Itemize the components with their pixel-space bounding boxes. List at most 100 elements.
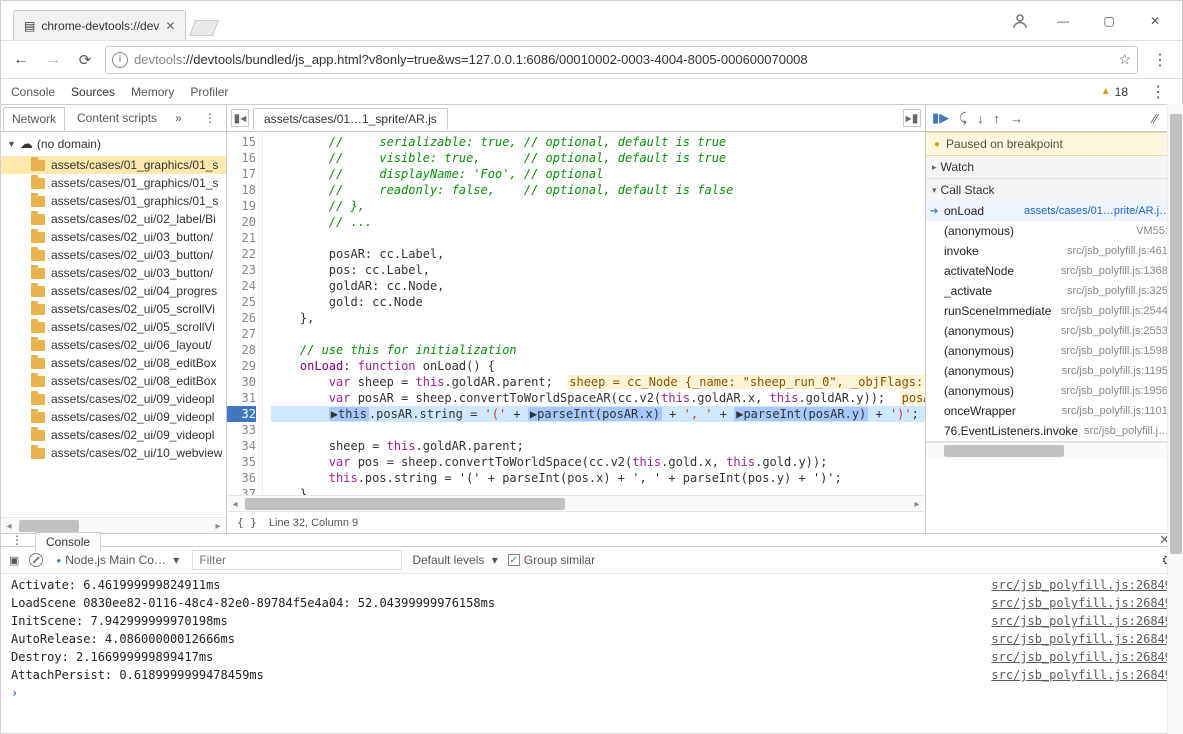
console-line[interactable]: InitScene: 7.942999999970198mssrc/jsb_po… bbox=[11, 612, 1172, 630]
forward-button[interactable]: → bbox=[41, 48, 65, 72]
console-line[interactable]: AttachPersist: 0.6189999999478459mssrc/j… bbox=[11, 666, 1172, 684]
scroll-right-icon[interactable]: ▸ bbox=[210, 518, 226, 534]
console-line[interactable]: LoadScene 0830ee82-0116-48c4-82e0-89784f… bbox=[11, 594, 1172, 612]
tree-item[interactable]: assets/cases/02_ui/05_scrollVi bbox=[1, 300, 226, 318]
console-line[interactable]: Destroy: 2.166999999899417mssrc/jsb_poly… bbox=[11, 648, 1172, 666]
callstack-header[interactable]: Call Stack bbox=[926, 179, 1182, 201]
editor-tab[interactable]: assets/cases/01…1_sprite/AR.js bbox=[253, 108, 448, 130]
stack-frame[interactable]: (anonymous)VM55:3 bbox=[926, 221, 1182, 241]
console-prompt-icon[interactable]: › bbox=[11, 686, 18, 700]
close-button[interactable]: ✕ bbox=[1132, 6, 1178, 36]
scroll-thumb[interactable] bbox=[19, 520, 79, 532]
frame-location[interactable]: src/jsb_polyfill.js:4610 bbox=[1067, 245, 1174, 257]
tree-item[interactable]: assets/cases/02_ui/09_videopl bbox=[1, 426, 226, 444]
tab-profiler[interactable]: Profiler bbox=[190, 85, 228, 99]
frame-location[interactable]: src/jsb_polyfill.js:25442 bbox=[1061, 305, 1174, 317]
code-content[interactable]: // serializable: true, // optional, defa… bbox=[263, 132, 925, 495]
step-into-icon[interactable]: ↓ bbox=[977, 111, 984, 126]
editor-hscrollbar[interactable]: ◂ ▸ bbox=[227, 495, 925, 511]
console-output[interactable]: Activate: 6.461999999824911mssrc/jsb_pol… bbox=[1, 574, 1182, 719]
group-similar-checkbox[interactable]: ✓Group similar bbox=[508, 553, 595, 567]
nav-tabs-overflow-icon[interactable]: » bbox=[169, 111, 188, 125]
frame-location[interactable]: src/jsb_polyfill.js:15981 bbox=[1061, 345, 1174, 357]
page-vscrollbar[interactable] bbox=[1167, 104, 1183, 734]
console-sidebar-icon[interactable]: ▣ bbox=[9, 554, 19, 567]
scroll-left-icon[interactable]: ◂ bbox=[1, 518, 17, 534]
reload-button[interactable]: ⟳ bbox=[73, 48, 97, 72]
minimize-button[interactable]: — bbox=[1040, 6, 1086, 36]
new-tab-button[interactable] bbox=[190, 20, 220, 36]
frame-location[interactable]: src/jsb_polyfill.js:10859 bbox=[1084, 425, 1174, 437]
tree-item[interactable]: assets/cases/02_ui/08_editBox bbox=[1, 354, 226, 372]
site-info-icon[interactable]: i bbox=[112, 52, 128, 68]
deactivate-breakpoints-icon[interactable]: ⁄⁄ bbox=[1153, 111, 1157, 126]
nav-tab-network[interactable]: Network bbox=[3, 107, 65, 131]
tab-console[interactable]: Console bbox=[11, 85, 55, 99]
account-icon[interactable] bbox=[1000, 1, 1040, 41]
stack-frame[interactable]: invokesrc/jsb_polyfill.js:4610 bbox=[926, 241, 1182, 261]
stack-frame[interactable]: onceWrappersrc/jsb_polyfill.js:11014 bbox=[926, 401, 1182, 421]
frame-location[interactable]: src/jsb_polyfill.js:11958 bbox=[1062, 365, 1174, 377]
pretty-print-icon[interactable]: { } bbox=[237, 516, 257, 529]
stack-frame[interactable]: (anonymous)src/jsb_polyfill.js:25536 bbox=[926, 321, 1182, 341]
tree-domain[interactable]: ☁ (no domain) bbox=[1, 132, 226, 156]
tree-item[interactable]: assets/cases/02_ui/04_progres bbox=[1, 282, 226, 300]
stack-frame[interactable]: (anonymous)src/jsb_polyfill.js:19568 bbox=[926, 381, 1182, 401]
nav-menu-icon[interactable]: ⋮ bbox=[196, 111, 224, 125]
tab-memory[interactable]: Memory bbox=[131, 85, 174, 99]
frame-location[interactable]: src/jsb_polyfill.js:13682 bbox=[1061, 265, 1174, 277]
toggle-debugger-icon[interactable]: ▸▮ bbox=[903, 109, 921, 127]
console-filter-input[interactable] bbox=[192, 550, 402, 570]
tree-item[interactable]: assets/cases/01_graphics/01_s bbox=[1, 156, 226, 174]
tree-item[interactable]: assets/cases/02_ui/09_videopl bbox=[1, 390, 226, 408]
debugger-hscrollbar[interactable] bbox=[926, 442, 1182, 458]
browser-menu-icon[interactable]: ⋮ bbox=[1146, 50, 1174, 70]
console-source-link[interactable]: src/jsb_polyfill.js:26849 bbox=[991, 578, 1172, 592]
drawer-menu-icon[interactable]: ⋮ bbox=[11, 533, 23, 547]
tree-item[interactable]: assets/cases/02_ui/08_editBox bbox=[1, 372, 226, 390]
tree-item[interactable]: assets/cases/01_graphics/01_s bbox=[1, 192, 226, 210]
scroll-thumb[interactable] bbox=[944, 445, 1064, 457]
drawer-console-tab[interactable]: Console bbox=[35, 532, 101, 552]
step-over-icon[interactable]: ⤹ bbox=[959, 110, 967, 126]
tree-item[interactable]: assets/cases/02_ui/03_button/ bbox=[1, 228, 226, 246]
frame-location[interactable]: assets/cases/01…prite/AR.js:32 bbox=[1024, 205, 1174, 217]
execution-context[interactable]: Node.js Main Co… ▾ bbox=[53, 551, 182, 569]
console-line[interactable]: AutoRelease: 4.08600000012666mssrc/jsb_p… bbox=[11, 630, 1172, 648]
frame-location[interactable]: src/jsb_polyfill.js:19568 bbox=[1061, 385, 1174, 397]
url-bar[interactable]: i devtools://devtools/bundled/js_app.htm… bbox=[105, 46, 1138, 74]
tree-item[interactable]: assets/cases/02_ui/03_button/ bbox=[1, 264, 226, 282]
stack-frame[interactable]: onLoadassets/cases/01…prite/AR.js:32 bbox=[926, 201, 1182, 221]
console-source-link[interactable]: src/jsb_polyfill.js:26849 bbox=[991, 632, 1172, 646]
stack-frame[interactable]: (anonymous)src/jsb_polyfill.js:11958 bbox=[926, 361, 1182, 381]
back-button[interactable]: ← bbox=[9, 48, 33, 72]
warnings-badge[interactable]: 18 bbox=[1101, 85, 1128, 99]
line-gutter[interactable]: 1516171819202122232425262728293031323334… bbox=[227, 132, 263, 495]
tree-item[interactable]: assets/cases/02_ui/02_label/Bi bbox=[1, 210, 226, 228]
console-source-link[interactable]: src/jsb_polyfill.js:26849 bbox=[991, 596, 1172, 610]
resume-icon[interactable]: ▮▶ bbox=[932, 110, 949, 126]
scroll-thumb[interactable] bbox=[1170, 114, 1182, 554]
maximize-button[interactable]: ▢ bbox=[1086, 6, 1132, 36]
log-levels[interactable]: Default levels ▾ bbox=[412, 553, 497, 567]
tree-item[interactable]: assets/cases/02_ui/10_webview bbox=[1, 444, 226, 462]
tree-item[interactable]: assets/cases/02_ui/09_videopl bbox=[1, 408, 226, 426]
close-tab-icon[interactable]: ✕ bbox=[165, 19, 175, 33]
frame-location[interactable]: src/jsb_polyfill.js:25536 bbox=[1061, 325, 1174, 337]
stack-frame[interactable]: _activatesrc/jsb_polyfill.js:3258 bbox=[926, 281, 1182, 301]
console-source-link[interactable]: src/jsb_polyfill.js:26849 bbox=[991, 668, 1172, 682]
nav-tab-content-scripts[interactable]: Content scripts bbox=[69, 107, 165, 129]
stack-frame[interactable]: 76.EventListeners.invokesrc/jsb_polyfill… bbox=[926, 421, 1182, 441]
tree-item[interactable]: assets/cases/02_ui/06_layout/ bbox=[1, 336, 226, 354]
file-tree[interactable]: ☁ (no domain) assets/cases/01_graphics/0… bbox=[1, 132, 226, 517]
toggle-navigator-icon[interactable]: ▮◂ bbox=[231, 109, 249, 127]
step-icon[interactable]: → bbox=[1010, 111, 1023, 126]
console-source-link[interactable]: src/jsb_polyfill.js:26849 bbox=[991, 614, 1172, 628]
frame-location[interactable]: src/jsb_polyfill.js:11014 bbox=[1062, 405, 1174, 417]
console-source-link[interactable]: src/jsb_polyfill.js:26849 bbox=[991, 650, 1172, 664]
code-editor[interactable]: 1516171819202122232425262728293031323334… bbox=[227, 132, 925, 495]
clear-console-icon[interactable] bbox=[29, 553, 43, 567]
stack-frame[interactable]: runSceneImmediatesrc/jsb_polyfill.js:254… bbox=[926, 301, 1182, 321]
frame-location[interactable]: src/jsb_polyfill.js:3258 bbox=[1067, 285, 1174, 297]
drawer-header[interactable]: ⋮ Console ✕ bbox=[1, 533, 1182, 547]
